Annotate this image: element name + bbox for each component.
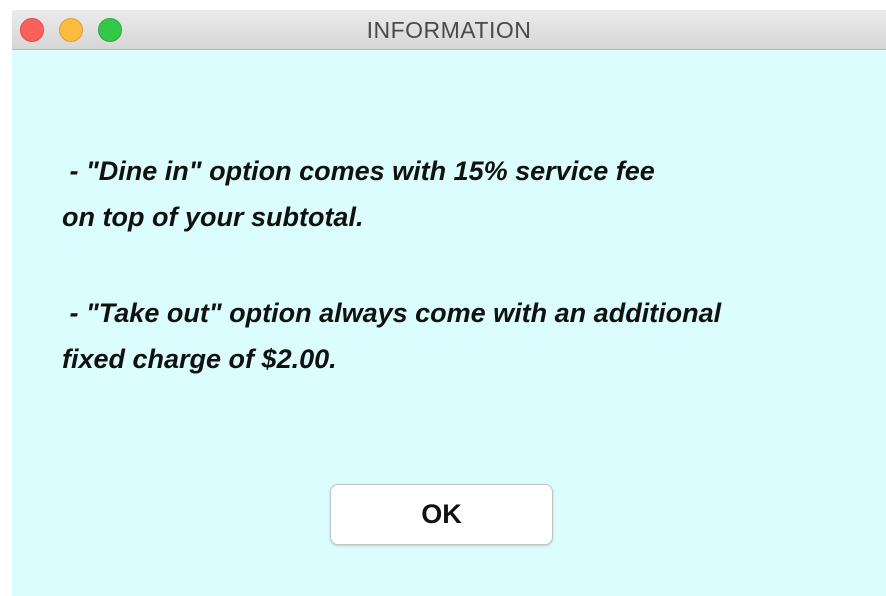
- take-out-info-line-1: - "Take out" option always come with an …: [62, 298, 722, 328]
- ok-button[interactable]: OK: [330, 484, 553, 545]
- take-out-info-line-2: fixed charge of $2.00.: [62, 344, 337, 374]
- dine-in-info-text: - "Dine in" option comes with 15% servic…: [62, 148, 862, 240]
- information-dialog: INFORMATION - "Dine in" option comes wit…: [12, 10, 886, 596]
- title-bar[interactable]: INFORMATION: [12, 10, 886, 50]
- dine-in-info-line-2: on top of your subtotal.: [62, 202, 364, 232]
- window-title: INFORMATION: [366, 17, 532, 43]
- dine-in-info-line-1: - "Dine in" option comes with 15% servic…: [62, 156, 655, 186]
- take-out-info-text: - "Take out" option always come with an …: [62, 290, 862, 382]
